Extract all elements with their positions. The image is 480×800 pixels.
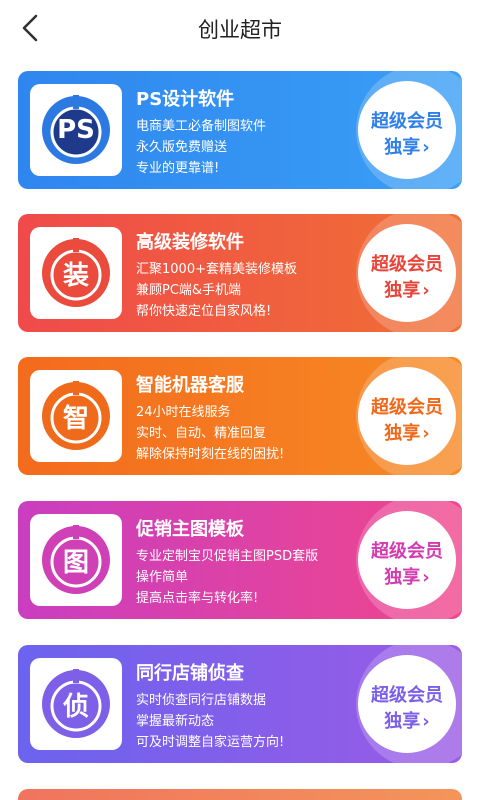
card-title: 同行店铺侦查 bbox=[136, 663, 244, 684]
vip-badge[interactable]: 超级会员 独享 › bbox=[346, 214, 462, 332]
card-desc-line: 可及时调整自家运营方向! bbox=[136, 735, 285, 750]
card-icon-box: 智 bbox=[30, 370, 122, 462]
header-bar: 创业超市 bbox=[0, 0, 480, 56]
card-desc-line: 解除保持时刻在线的困扰! bbox=[136, 447, 285, 462]
badge-title: 超级会员 bbox=[371, 397, 443, 418]
card-desc-line: 实时侦查同行店铺数据 bbox=[136, 693, 267, 708]
card-icon-box: 装 bbox=[30, 227, 122, 319]
card-title: PS设计软件 bbox=[136, 89, 235, 110]
card-desc-line: 24小时在线服务 bbox=[136, 405, 231, 420]
badge-title: 超级会员 bbox=[371, 111, 443, 132]
card-icon-box: PS bbox=[30, 84, 122, 176]
badge-subtitle-row: 独享 › bbox=[358, 133, 456, 159]
badge-circle: 超级会员 独享 › bbox=[358, 367, 456, 465]
card-icon-text: PS bbox=[57, 115, 95, 145]
chevron-right-icon: › bbox=[422, 423, 430, 444]
badge-subtitle-row: 独享 › bbox=[358, 419, 456, 445]
vip-badge[interactable]: 超级会员 独享 › bbox=[346, 645, 462, 763]
page-title: 创业超市 bbox=[198, 18, 282, 42]
vip-badge[interactable]: 超级会员 独享 › bbox=[346, 71, 462, 189]
badge-subtitle: 独享 bbox=[384, 137, 421, 158]
card-title: 促销主图模板 bbox=[136, 519, 244, 540]
card-shop-spy[interactable]: 侦 同行店铺侦查 实时侦查同行店铺数据 掌握最新动态 可及时调整自家运营方向! … bbox=[18, 645, 462, 763]
card-desc-line: 掌握最新动态 bbox=[136, 714, 215, 729]
badge-circle: 超级会员 独享 › bbox=[358, 655, 456, 753]
card-robot-service[interactable]: 智 智能机器客服 24小时在线服务 实时、自动、精准回复 解除保持时刻在线的困扰… bbox=[18, 357, 462, 475]
card-desc-line: 提高点击率与转化率! bbox=[136, 591, 259, 606]
card-title: 智能机器客服 bbox=[136, 375, 244, 396]
card-icon-text: 侦 bbox=[62, 691, 89, 722]
badge-subtitle: 独享 bbox=[384, 423, 421, 444]
card-desc-line: 实时、自动、精准回复 bbox=[136, 426, 267, 441]
badge-subtitle: 独享 bbox=[384, 567, 421, 588]
badge-title: 超级会员 bbox=[371, 254, 443, 275]
card-icon-text: 智 bbox=[62, 403, 89, 434]
badge-subtitle-row: 独享 › bbox=[358, 276, 456, 302]
chevron-right-icon: › bbox=[422, 711, 430, 732]
badge-subtitle: 独享 bbox=[384, 280, 421, 301]
card-desc-line: 操作简单 bbox=[136, 570, 189, 585]
badge-subtitle: 独享 bbox=[384, 711, 421, 732]
card-partial[interactable] bbox=[18, 789, 462, 800]
card-desc-line: 专业的更靠谱! bbox=[136, 161, 220, 176]
badge-title: 超级会员 bbox=[371, 541, 443, 562]
chevron-right-icon: › bbox=[422, 280, 430, 301]
card-icon-text: 装 bbox=[62, 260, 89, 291]
card-decorate-software[interactable]: 装 高级装修软件 汇聚1000+套精美装修模板 兼顾PC端&手机端 帮你快速定位… bbox=[18, 214, 462, 332]
card-desc-line: 专业定制宝贝促销主图PSD套版 bbox=[136, 549, 319, 564]
chevron-right-icon: › bbox=[422, 567, 430, 588]
badge-circle: 超级会员 独享 › bbox=[358, 224, 456, 322]
badge-subtitle-row: 独享 › bbox=[358, 563, 456, 589]
card-promo-template[interactable]: 图 促销主图模板 专业定制宝贝促销主图PSD套版 操作简单 提高点击率与转化率!… bbox=[18, 501, 462, 619]
card-icon-text: 图 bbox=[62, 547, 89, 578]
card-ps-software[interactable]: PS PS设计软件 电商美工必备制图软件 永久版免费赠送 专业的更靠谱! 超级会… bbox=[18, 71, 462, 189]
card-icon-box: 图 bbox=[30, 514, 122, 606]
card-desc-line: 电商美工必备制图软件 bbox=[136, 119, 267, 134]
badge-subtitle-row: 独享 › bbox=[358, 707, 456, 733]
chevron-right-icon: › bbox=[422, 137, 430, 158]
card-title: 高级装修软件 bbox=[136, 232, 244, 253]
vip-badge[interactable]: 超级会员 独享 › bbox=[346, 357, 462, 475]
card-desc-line: 兼顾PC端&手机端 bbox=[136, 283, 242, 298]
card-desc-line: 永久版免费赠送 bbox=[136, 140, 228, 155]
card-desc-line: 帮你快速定位自家风格! bbox=[136, 304, 272, 319]
card-icon-box: 侦 bbox=[30, 658, 122, 750]
card-desc-line: 汇聚1000+套精美装修模板 bbox=[136, 262, 297, 277]
vip-badge[interactable]: 超级会员 独享 › bbox=[346, 501, 462, 619]
badge-circle: 超级会员 独享 › bbox=[358, 511, 456, 609]
badge-title: 超级会员 bbox=[371, 685, 443, 706]
badge-circle: 超级会员 独享 › bbox=[358, 81, 456, 179]
